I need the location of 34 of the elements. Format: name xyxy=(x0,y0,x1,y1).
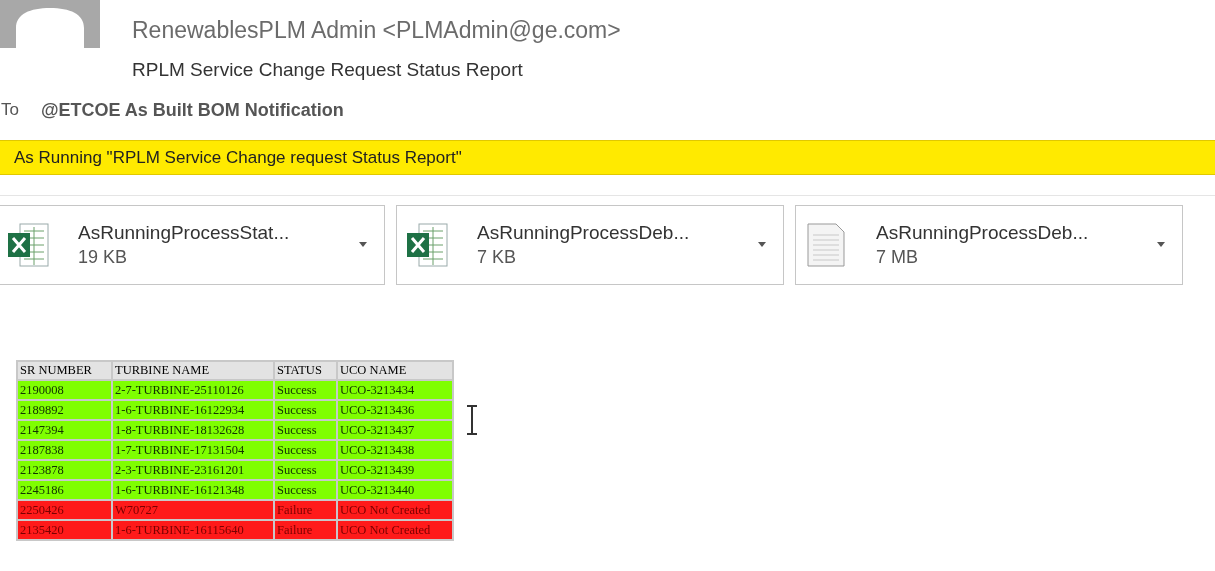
attachment-size: 19 KB xyxy=(78,246,129,269)
table-cell: 2123878 xyxy=(17,460,112,480)
attachment-card[interactable]: AsRunningProcessStat... 19 KB xyxy=(0,205,385,285)
column-header: STATUS xyxy=(274,361,337,380)
table-cell: 2250426 xyxy=(17,500,112,520)
attachment-size: 7 MB xyxy=(876,246,919,269)
attachment-size: 7 KB xyxy=(477,246,518,269)
table-cell: 2147394 xyxy=(17,420,112,440)
attachment-card[interactable]: AsRunningProcessDeb... 7 KB xyxy=(396,205,784,285)
spreadsheet-file-icon xyxy=(405,221,449,269)
dropdown-caret-icon[interactable] xyxy=(1156,242,1166,248)
to-label: To xyxy=(1,99,19,122)
attachment-name: AsRunningProcessDeb... xyxy=(876,221,1090,245)
email-subject: RPLM Service Change Request Status Report xyxy=(132,58,524,82)
recipient: @ETCOE As Built BOM Notification xyxy=(40,98,344,122)
column-header: SR NUMBER xyxy=(17,361,112,380)
table-cell: 2187838 xyxy=(17,440,112,460)
column-header: UCO NAME xyxy=(337,361,453,380)
dropdown-caret-icon[interactable] xyxy=(757,242,767,248)
table-cell: 2245186 xyxy=(17,480,112,500)
table-cell: 2190008 xyxy=(17,380,112,400)
attachment-name: AsRunningProcessDeb... xyxy=(477,221,691,245)
attachment-name: AsRunningProcessStat... xyxy=(78,221,291,245)
sender-name: RenewablesPLM Admin <PLMAdmin@ge.com> xyxy=(132,16,621,44)
attachment-card[interactable]: AsRunningProcessDeb... 7 MB xyxy=(795,205,1183,285)
text-cursor-icon xyxy=(465,405,479,435)
column-header: TURBINE NAME xyxy=(112,361,274,380)
dropdown-caret-icon[interactable] xyxy=(358,242,368,248)
avatar-icon xyxy=(0,0,100,48)
text-file-icon xyxy=(804,221,848,269)
table-cell: 2135420 xyxy=(17,520,112,540)
spreadsheet-file-icon xyxy=(6,221,50,269)
banner-text: As Running "RPLM Service Change request Status Report" xyxy=(14,146,462,169)
table-cell: 2189892 xyxy=(17,400,112,420)
